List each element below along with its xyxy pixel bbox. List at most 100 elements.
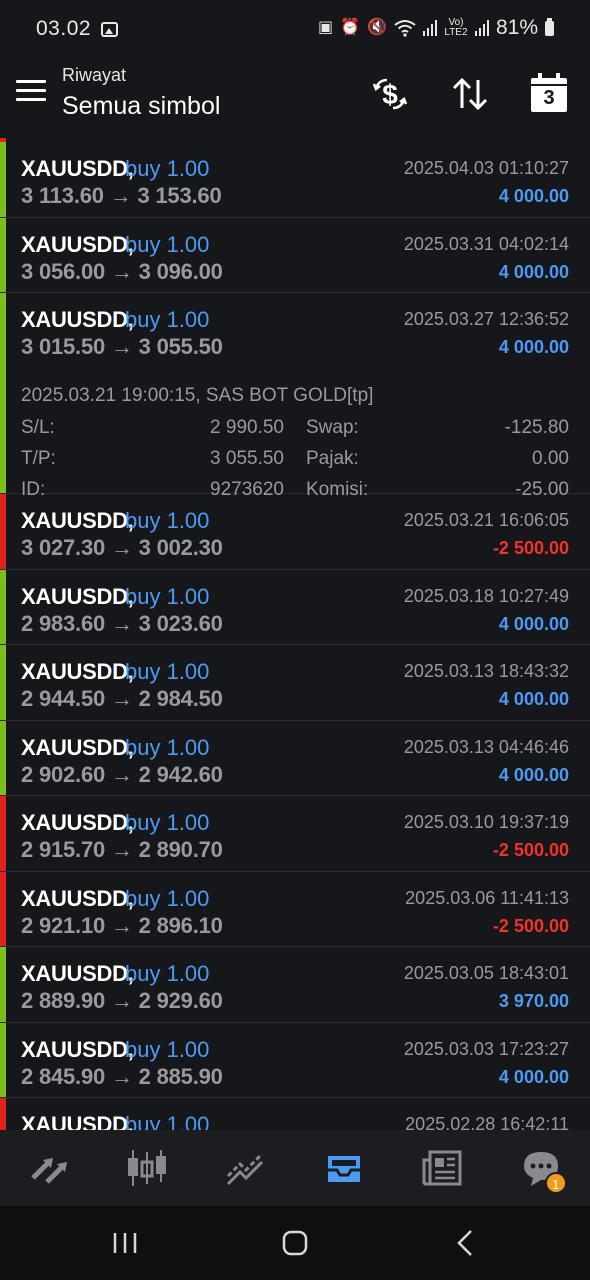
currency-exchange-icon: $ — [372, 78, 408, 110]
trade-prices: 3 027.30 → 3 002.30 — [21, 535, 223, 560]
trade-symbol: XAUUSDD, — [21, 734, 134, 760]
trade-prices: 2 983.60 → 3 023.60 — [21, 610, 223, 636]
trade-direction: buy 1.00 — [125, 156, 210, 181]
trade-symbol: XAUUSDD, — [21, 961, 134, 986]
trade-symbol: XAUUSDD, — [21, 885, 134, 911]
nav-quotes[interactable] — [19, 1138, 79, 1198]
trade-open-info: 2025.03.21 19:00:15, SAS BOT GOLD[tp] — [21, 385, 374, 406]
trade-chart-icon — [226, 1152, 263, 1186]
home-button[interactable] — [265, 1213, 325, 1273]
trade-profit: 4 000.00 — [498, 1066, 569, 1087]
trade-prices: 2 845.90 → 2 885.90 — [21, 1063, 223, 1089]
trade-symbol: XAUUSDD, — [21, 1036, 134, 1062]
trade-row[interactable]: XAUUSDD, buy 1.00 3 015.50 → 3 055.50 20… — [0, 293, 590, 500]
page-title: Semua simbol — [62, 92, 221, 120]
trade-profit: 4 000.00 — [498, 186, 569, 206]
trade-close-time: 2025.03.03 17:23:27 — [403, 1038, 569, 1059]
nav-news[interactable] — [412, 1138, 472, 1198]
swap-label: Swap: — [306, 417, 359, 438]
tp-label: T/P: — [21, 448, 56, 469]
trade-row[interactable]: XAUUSDD, buy 1.00 2 944.50 → 2 984.50 20… — [0, 645, 590, 721]
result-indicator-bar — [0, 569, 6, 644]
nav-history[interactable] — [314, 1138, 374, 1198]
menu-button[interactable] — [16, 80, 46, 104]
trade-symbol: XAUUSDD, — [21, 508, 134, 533]
network-type-label: Vo) LTE2 — [444, 17, 468, 38]
result-indicator-bar — [0, 1022, 6, 1097]
trade-row[interactable]: XAUUSDD, buy 1.00 2 845.90 → 2 885.90 20… — [0, 1022, 590, 1098]
trade-profit: 4 000.00 — [498, 613, 569, 634]
trade-row[interactable]: XAUUSDD, buy 1.00 2 902.60 → 2 942.60 20… — [0, 720, 590, 796]
trade-row[interactable]: XAUUSDD, buy 1.00 2 915.70 → 2 890.70 20… — [0, 796, 590, 872]
trade-prices: 2 902.60 → 2 942.60 — [21, 761, 223, 787]
sl-label: S/L: — [21, 417, 55, 438]
trade-close-time: 2025.03.31 04:02:14 — [403, 233, 569, 254]
trade-profit: -2 500.00 — [492, 915, 569, 936]
status-icons: ▣ ⏰ 🔇 Vo) LTE2 81% — [318, 16, 554, 40]
trade-profit: 4 000.00 — [498, 261, 569, 282]
trade-close-time: 2025.03.10 19:37:19 — [403, 812, 569, 832]
trade-prices: 3 015.50 → 3 055.50 — [21, 334, 223, 359]
trade-prices: 2 915.70 → 2 890.70 — [21, 837, 223, 862]
trade-direction: buy 1.00 — [125, 885, 210, 911]
trade-symbol: XAUUSDD, — [21, 583, 134, 609]
trade-prices: 2 921.10 → 2 896.10 — [21, 912, 223, 938]
trade-row[interactable]: XAUUSDD, buy 1.00 3 056.00 → 3 096.00 20… — [0, 217, 590, 293]
trade-profit: -2 500.00 — [492, 538, 569, 558]
trade-close-time: 2025.03.13 04:46:46 — [403, 736, 569, 757]
trade-symbol: XAUUSDD, — [21, 810, 134, 835]
sort-button[interactable] — [448, 72, 492, 116]
trade-prices: 3 113.60 → 3 153.60 — [21, 183, 222, 208]
trade-direction: buy 1.00 — [125, 734, 210, 760]
trade-close-time: 2025.03.18 10:27:49 — [403, 585, 569, 606]
calendar-button[interactable]: 3 — [527, 72, 571, 116]
trade-row[interactable]: XAUUSDD, buy 1.00 2 889.90 → 2 929.60 20… — [0, 947, 590, 1023]
trade-profit: 4 000.00 — [498, 764, 569, 785]
alarm-icon: ⏰ — [340, 19, 361, 36]
trade-direction: buy 1.00 — [125, 961, 210, 986]
nav-chat[interactable]: 1 — [511, 1138, 571, 1198]
trade-close-time: 2025.02.28 16:42:11 — [405, 1114, 569, 1130]
trade-prices: 2 944.50 → 2 984.50 — [21, 686, 223, 711]
news-icon — [422, 1150, 462, 1186]
result-indicator-bar — [0, 645, 6, 720]
trade-direction: buy 1.00 — [125, 583, 210, 609]
result-indicator-bar — [0, 720, 6, 795]
signal-icon-2 — [474, 20, 489, 36]
trade-row[interactable]: XAUUSDD, buy 1.00 2025.02.28 16:42:11 — [0, 1098, 590, 1130]
app-header: Riwayat Semua simbol $ 3 — [0, 58, 590, 138]
nav-chart[interactable] — [117, 1138, 177, 1198]
trade-symbol: XAUUSDD, — [21, 307, 134, 332]
calendar-day-label: 3 — [543, 87, 555, 109]
trade-profit: -2 500.00 — [492, 840, 569, 860]
result-indicator-bar — [0, 871, 6, 946]
battery-saver-icon: ▣ — [318, 19, 334, 36]
trade-direction: buy 1.00 — [125, 1036, 210, 1062]
trade-row[interactable]: XAUUSDD, buy 1.00 2 983.60 → 3 023.60 20… — [0, 569, 590, 645]
back-button[interactable] — [435, 1213, 495, 1273]
trade-symbol: XAUUSDD, — [21, 1112, 134, 1130]
nav-trade[interactable] — [216, 1138, 276, 1198]
back-icon — [457, 1230, 472, 1256]
wifi-icon — [394, 20, 416, 37]
home-icon — [282, 1230, 308, 1256]
tp-value: 3 055.50 — [210, 448, 284, 469]
trade-row[interactable]: XAUUSDD, buy 1.00 3 113.60 → 3 153.60 20… — [0, 142, 590, 218]
trade-symbol: XAUUSDD, — [21, 231, 134, 257]
trade-direction: buy 1.00 — [125, 1112, 210, 1130]
trade-profit: 4 000.00 — [498, 337, 569, 357]
trade-direction: buy 1.00 — [125, 659, 210, 684]
currency-exchange-button[interactable]: $ — [368, 72, 412, 116]
trade-row[interactable]: XAUUSDD, buy 1.00 3 027.30 → 3 002.30 20… — [0, 494, 590, 570]
result-indicator-bar — [0, 217, 6, 292]
battery-percent: 81% — [495, 16, 538, 39]
status-time: 03.02 — [36, 17, 92, 40]
bottom-navigation: 1 — [0, 1130, 590, 1206]
trade-history-list[interactable]: XAUUSDD, buy 1.00 3 113.60 → 3 153.60 20… — [0, 138, 590, 1130]
trade-close-time: 2025.03.06 11:41:13 — [405, 887, 569, 908]
status-bar: 03.02 ▣ ⏰ 🔇 Vo) LTE2 81% — [0, 0, 590, 58]
recent-apps-button[interactable] — [95, 1213, 155, 1273]
mute-icon: 🔇 — [367, 19, 387, 36]
trade-symbol: XAUUSDD, — [21, 659, 134, 684]
trade-row[interactable]: XAUUSDD, buy 1.00 2 921.10 → 2 896.10 20… — [0, 871, 590, 947]
